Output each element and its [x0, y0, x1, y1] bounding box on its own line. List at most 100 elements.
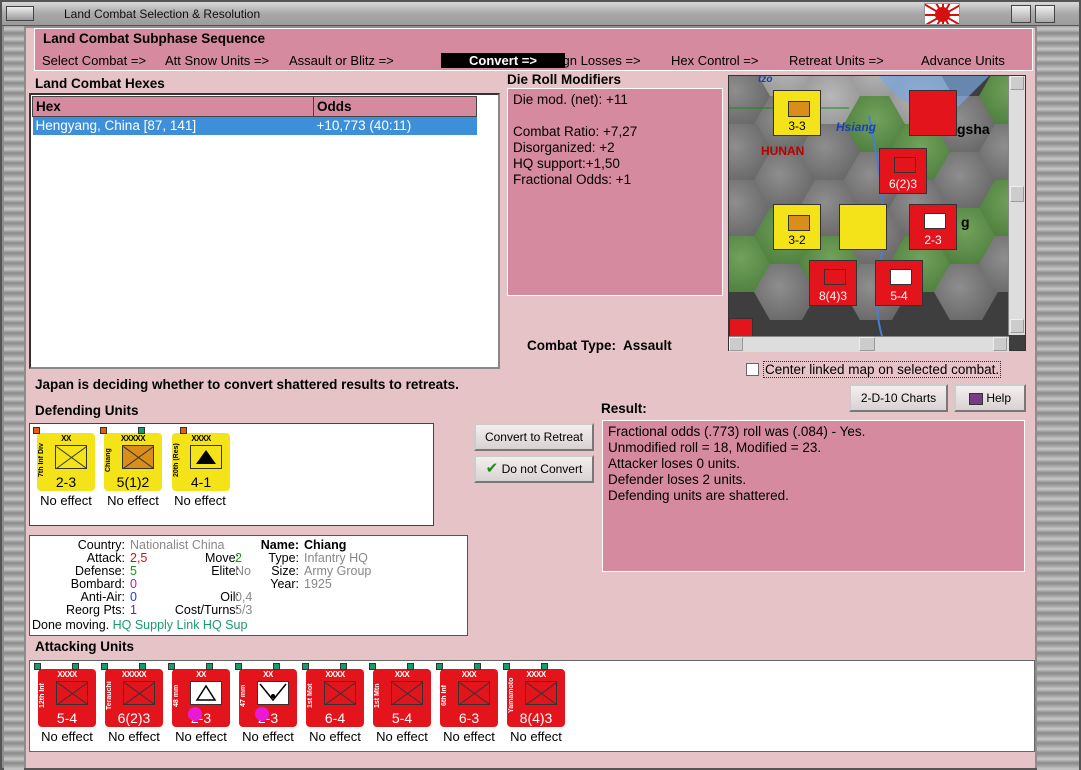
result-line: Attacker loses 0 units.	[608, 456, 741, 471]
unit-size: XXX	[394, 670, 410, 679]
map-counter-selected[interactable]	[839, 204, 887, 250]
column-hex[interactable]: Hex	[32, 96, 314, 117]
minimize-icon[interactable]	[6, 6, 34, 21]
column-odds[interactable]: Odds	[313, 96, 477, 117]
map-counter-japan[interactable]: 2-3	[909, 204, 957, 250]
unit-size: XXXX	[526, 670, 546, 679]
attacking-unit[interactable]: XXXX 12th Inf 5-4	[34, 663, 96, 727]
subphase-sequence-panel: Land Combat Subphase Sequence Select Com…	[34, 28, 1033, 71]
unit-size: XXXX	[191, 434, 211, 443]
result-title: Result:	[601, 401, 647, 416]
unit-name: 7th Inf Div	[38, 443, 45, 477]
charts-button[interactable]: 2-D-10 Charts	[849, 384, 948, 412]
do-not-convert-button[interactable]: ✔ Do not Convert	[474, 455, 594, 483]
map-counter-japan[interactable]: 6(2)3	[879, 148, 927, 194]
unit-size: XXXXX	[120, 434, 146, 443]
defending-unit[interactable]: XXXXX Chiang 5(1)2	[100, 427, 162, 491]
scroll-down-icon[interactable]	[1010, 319, 1024, 333]
reorg-value: 1	[130, 603, 137, 617]
defending-unit[interactable]: XXXX 20th (Res) 4-1	[172, 427, 230, 491]
convert-to-retreat-button[interactable]: Convert to Retreat	[474, 423, 594, 451]
attacking-unit[interactable]: XXXX 1st Mot 6-4	[302, 663, 364, 727]
infantry-icon	[458, 681, 490, 705]
map-counter-china[interactable]: 3-2	[773, 204, 821, 250]
modifier-line: Combat Ratio: +7,27	[513, 124, 638, 139]
infantry-icon	[324, 681, 356, 705]
center-map-checkbox[interactable]	[746, 363, 759, 376]
do-not-convert-label: Do not Convert	[501, 462, 583, 476]
attack-label: Attack:	[86, 551, 125, 565]
help-button[interactable]: Help	[954, 384, 1026, 412]
title-bar: Land Combat Selection & Resolution	[2, 2, 1079, 26]
map-counter-japan[interactable]: 8(4)3	[809, 260, 857, 306]
map-horizontal-scrollbar[interactable]	[729, 336, 1009, 352]
move-value: 2	[235, 551, 242, 565]
maximize-window-icon[interactable]	[1035, 5, 1055, 23]
map-vertical-scrollbar[interactable]	[1008, 76, 1025, 335]
unit-info-panel: Country: Nationalist China Attack: 2,5 D…	[29, 535, 468, 636]
unit-value: 6(2)3	[117, 710, 151, 726]
disorganized-marker	[188, 707, 202, 721]
combat-type-label: Combat Type:	[527, 338, 617, 353]
map-counter-japan[interactable]: 5-4	[875, 260, 923, 306]
close-window-icon[interactable]	[1011, 5, 1031, 23]
unit-effect: No effect	[108, 729, 160, 744]
map-label-city: gsha	[957, 121, 990, 137]
unit-name: 47 mm	[240, 684, 247, 708]
scroll-left-icon[interactable]	[729, 337, 743, 351]
size-value: Army Group	[304, 564, 372, 578]
map-label-hunan: HUNAN	[761, 144, 805, 158]
defending-unit[interactable]: XX 7th Inf Div 2-3	[33, 427, 95, 491]
unit-value: 8(4)3	[519, 710, 553, 726]
odds-cell[interactable]: +10,773 (40:11)	[313, 116, 477, 135]
map-counter-china[interactable]: 3-3	[773, 90, 821, 136]
center-map-label[interactable]: Center linked map on selected combat.	[763, 361, 1002, 378]
step-advance-units: Advance Units	[921, 53, 1005, 68]
map-counter-air[interactable]	[909, 90, 957, 136]
attacking-unit[interactable]: XXX 6th Inf 6-3	[436, 663, 498, 727]
unit-name: 20th (Res)	[173, 443, 180, 477]
unit-effect: No effect	[174, 493, 226, 508]
unit-value: 6-4	[324, 710, 346, 726]
linked-map[interactable]: HUNAN Hsiang gsha tzo g 3-3 3-2 6(2)3 2-…	[728, 75, 1026, 351]
table-row[interactable]: Hengyang, China [87, 141] +10,773 (40:11…	[32, 116, 477, 135]
japan-flag-icon	[924, 3, 960, 25]
antiair-value: 0	[130, 590, 137, 604]
modifier-line: Disorganized: +2	[513, 140, 615, 155]
hq-icon	[122, 445, 154, 469]
unit-size: XX	[263, 670, 273, 679]
result-panel: Fractional odds (.773) roll was (.084) -…	[602, 420, 1025, 572]
map-label-frag: tzo	[758, 75, 773, 85]
step-hex-control: Hex Control =>	[671, 53, 759, 68]
done-moving: Done moving. HQ Supply Link HQ Sup	[32, 618, 247, 632]
attacking-unit[interactable]: XXXX Yamamoto 8(4)3	[503, 663, 565, 727]
scroll-up-icon[interactable]	[1010, 76, 1024, 90]
modifier-line: HQ support:+1,50	[513, 156, 620, 171]
paratrooper-icon	[257, 681, 289, 705]
done-tags: HQ Supply Link HQ Sup	[112, 618, 248, 632]
attacking-unit[interactable]: XX 48 mm 2-3	[168, 663, 230, 727]
attacking-unit[interactable]: XXXXX Terauchi 6(2)3	[101, 663, 163, 727]
mountain-icon	[190, 681, 222, 705]
map-label-hsiang: Hsiang	[836, 120, 877, 134]
attacking-unit[interactable]: XX 47 mm 2-3	[235, 663, 297, 727]
defense-label: Defense:	[74, 564, 125, 578]
scroll-right-icon[interactable]	[993, 337, 1007, 351]
combat-type-value: Assault	[623, 338, 672, 353]
infantry-icon	[55, 445, 87, 469]
cost-value: 5/3	[235, 603, 253, 617]
unit-name: 1st Mtn	[374, 683, 381, 709]
status-message: Japan is deciding whether to convert sha…	[35, 377, 459, 392]
attacking-unit[interactable]: XXX 1st Mtn 5-4	[369, 663, 431, 727]
window-title: Land Combat Selection & Resolution	[64, 7, 261, 21]
scroll-thumb[interactable]	[859, 337, 875, 351]
infantry-icon	[123, 681, 155, 705]
hex-cell[interactable]: Hengyang, China [87, 141]	[32, 116, 314, 135]
result-line: Unmodified roll = 18, Modified = 23.	[608, 440, 822, 455]
infantry-icon	[525, 681, 557, 705]
step-select-combat: Select Combat =>	[42, 53, 147, 68]
unit-name: 48 mm	[173, 684, 180, 708]
unit-value: 6-3	[458, 710, 480, 726]
scroll-thumb[interactable]	[1010, 186, 1024, 202]
unit-effect: No effect	[40, 493, 92, 508]
